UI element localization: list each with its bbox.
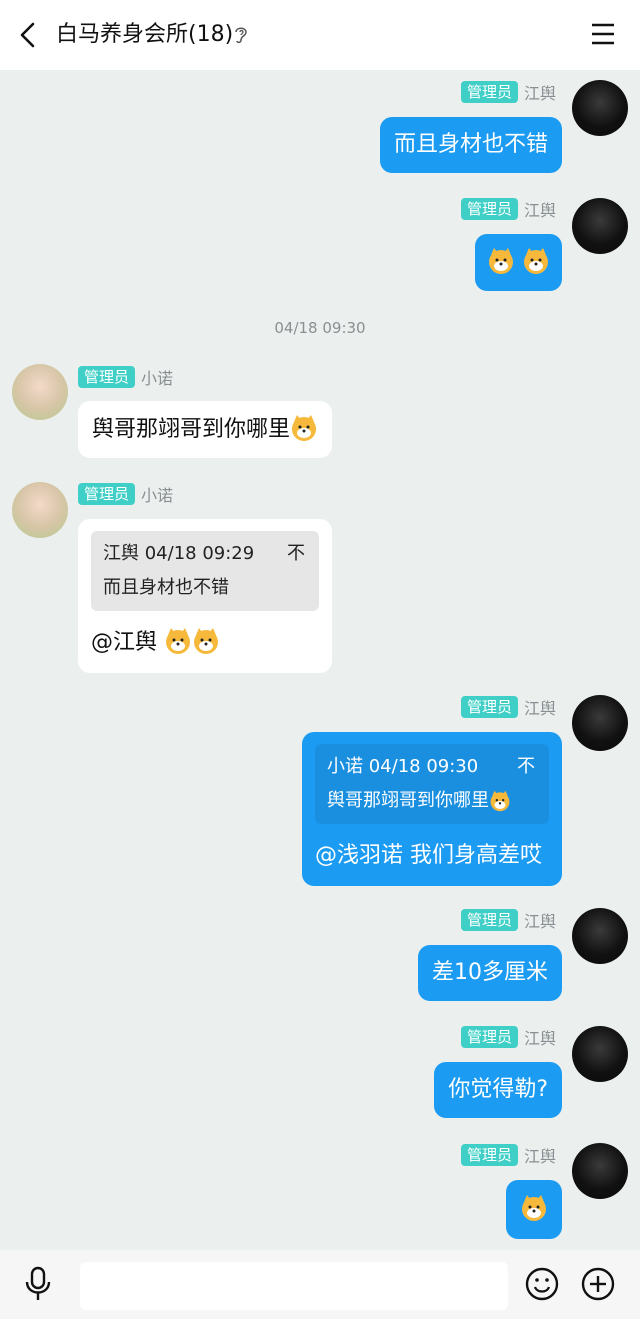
- avatar[interactable]: [572, 1143, 628, 1199]
- microphone-icon[interactable]: [22, 1266, 54, 1302]
- input-bar: [0, 1250, 640, 1319]
- sender-row: 管理员 江舆: [460, 908, 556, 932]
- sender-row: 管理员 小诺: [78, 365, 173, 389]
- message-input[interactable]: [80, 1262, 508, 1310]
- message-bubble[interactable]: [475, 234, 562, 291]
- dog-emoji-icon: [522, 1195, 546, 1221]
- message-text: 舆哥那翊哥到你哪里: [92, 417, 291, 442]
- quote-header: 小诺 04/18 09:30: [327, 756, 479, 777]
- quoted-message[interactable]: 江舆 04/18 09:29 而且身材也不错 不: [91, 531, 319, 611]
- sender-name: 江舆: [523, 84, 556, 103]
- message-bubble[interactable]: 而且身材也不错: [379, 117, 562, 173]
- plus-icon[interactable]: [581, 1267, 615, 1301]
- chevron-left-icon[interactable]: [14, 20, 42, 50]
- quote-text: 而且身材也不错: [103, 577, 229, 598]
- dog-emoji-icon: [490, 790, 510, 812]
- ear-icon[interactable]: [232, 24, 250, 46]
- admin-badge: 管理员: [460, 909, 518, 931]
- sender-name: 江舆: [523, 1029, 556, 1048]
- message-text: 你觉得勒?: [448, 1077, 548, 1102]
- avatar[interactable]: [572, 1026, 628, 1082]
- menu-icon[interactable]: [590, 22, 616, 46]
- sender-row: 管理员 江舆: [460, 695, 556, 719]
- avatar[interactable]: [572, 80, 628, 136]
- chat-header: 白马养身会所(18): [0, 0, 640, 70]
- quote-header: 江舆 04/18 09:29: [103, 543, 255, 564]
- admin-badge: 管理员: [460, 81, 518, 103]
- chat-title[interactable]: 白马养身会所(18): [56, 20, 233, 50]
- message-text: @浅羽诺 我们身高差哎: [315, 843, 542, 868]
- dog-emoji-icon: [524, 248, 548, 274]
- quote-close-icon[interactable]: 不: [517, 750, 535, 784]
- avatar[interactable]: [572, 908, 628, 964]
- admin-badge: 管理员: [460, 1144, 518, 1166]
- avatar[interactable]: [12, 364, 68, 420]
- sender-name: 江舆: [523, 699, 556, 718]
- sender-row: 管理员 江舆: [460, 1143, 556, 1167]
- admin-badge: 管理员: [78, 366, 136, 388]
- smiley-icon[interactable]: [525, 1267, 559, 1301]
- message-list[interactable]: 管理员 江舆 而且身材也不错 管理员 江舆 04/18 09:30 管理员 小诺…: [0, 70, 640, 1250]
- message-bubble[interactable]: 小诺 04/18 09:30 舆哥那翊哥到你哪里 不 @浅羽诺 我们身高差哎: [302, 732, 562, 886]
- dog-emoji-icon: [166, 628, 191, 654]
- quote-text: 舆哥那翊哥到你哪里: [327, 784, 537, 818]
- message-bubble[interactable]: 差10多厘米: [418, 945, 562, 1001]
- sender-row: 管理员 江舆: [460, 80, 556, 104]
- message-bubble[interactable]: 你觉得勒?: [434, 1062, 562, 1118]
- quote-close-icon[interactable]: 不: [287, 537, 305, 571]
- avatar[interactable]: [572, 695, 628, 751]
- message-text: 而且身材也不错: [393, 132, 548, 157]
- admin-badge: 管理员: [460, 198, 518, 220]
- message-bubble[interactable]: 江舆 04/18 09:29 而且身材也不错 不 @江舆: [78, 519, 332, 673]
- sender-row: 管理员 小诺: [78, 482, 173, 506]
- mention-text[interactable]: @江舆: [91, 630, 157, 655]
- sender-row: 管理员 江舆: [460, 1025, 556, 1049]
- dog-emoji-icon: [292, 415, 317, 441]
- sender-row: 管理员 江舆: [460, 197, 556, 221]
- message-timestamp: 04/18 09:30: [274, 319, 366, 337]
- sender-name: 小诺: [141, 369, 174, 388]
- admin-badge: 管理员: [78, 483, 136, 505]
- dog-emoji-icon: [194, 628, 219, 654]
- sender-name: 江舆: [523, 201, 556, 220]
- message-bubble[interactable]: 舆哥那翊哥到你哪里: [78, 401, 333, 458]
- admin-badge: 管理员: [460, 1026, 518, 1048]
- avatar[interactable]: [572, 198, 628, 254]
- sender-name: 小诺: [141, 486, 174, 505]
- avatar[interactable]: [12, 482, 68, 538]
- message-text: 差10多厘米: [432, 960, 548, 985]
- sender-name: 江舆: [523, 1147, 556, 1166]
- admin-badge: 管理员: [460, 696, 518, 718]
- message-bubble[interactable]: [506, 1180, 562, 1239]
- dog-emoji-icon: [489, 248, 513, 274]
- sender-name: 江舆: [523, 912, 556, 931]
- quoted-message[interactable]: 小诺 04/18 09:30 舆哥那翊哥到你哪里 不: [315, 744, 549, 824]
